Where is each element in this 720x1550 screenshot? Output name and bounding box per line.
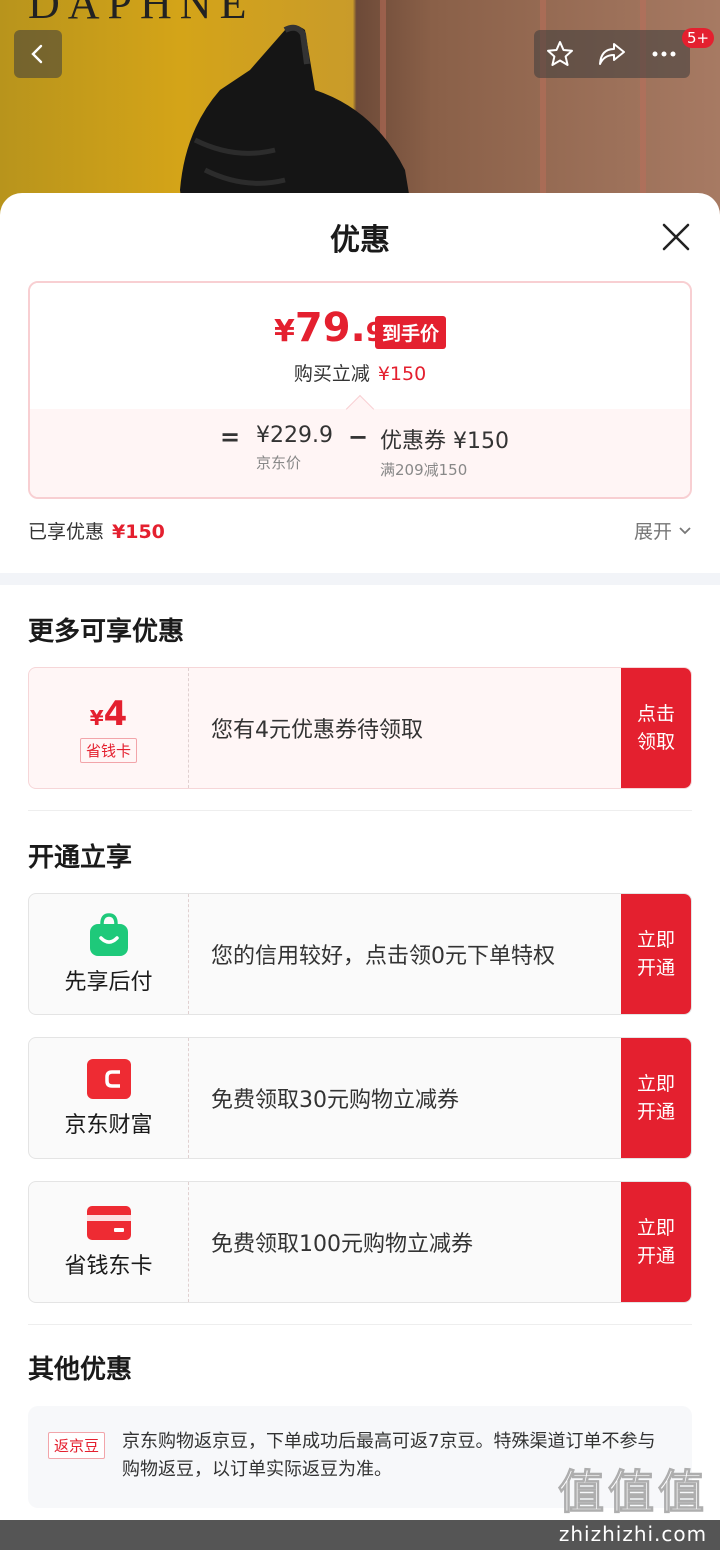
minus-sign: −	[348, 423, 369, 451]
pay-later-card: 先享后付 您的信用较好，点击领0元下单特权 立即 开通	[28, 893, 692, 1015]
discount-sheet: 优惠 ¥ 79. 9 到手价 购买立减 ¥150 = ¥229.9 京东价 − 优…	[0, 193, 720, 1550]
pay-later-description: 您的信用较好，点击领0元下单特权	[211, 944, 555, 969]
shopping-bag-icon	[89, 913, 128, 956]
jd-wealth-description: 免费领取30元购物立减券	[211, 1088, 459, 1113]
open-pay-later-button[interactable]: 立即 开通	[621, 894, 691, 1014]
open-saving-card-button[interactable]: 立即 开通	[621, 1182, 691, 1302]
site-watermark: 值值值 zhizhizhi.com	[558, 1456, 708, 1547]
share-icon	[599, 43, 625, 65]
pay-later-left: 先享后付	[29, 894, 189, 1014]
coupon-left: ¥ 4 省钱卡	[29, 668, 189, 788]
currency-symbol: ¥	[274, 314, 295, 349]
equals-sign: =	[220, 423, 241, 451]
enjoyed-amount: ¥150	[112, 521, 165, 543]
final-price: ¥ 79. 9	[274, 305, 384, 351]
boot-image	[180, 24, 413, 215]
price-breakdown-box: ¥ 79. 9 到手价 购买立减 ¥150 = ¥229.9 京东价 − 优惠券 …	[28, 281, 692, 499]
favorite-button[interactable]	[534, 30, 586, 78]
back-icon	[31, 44, 43, 64]
expand-label: 展开	[633, 521, 672, 543]
coupon-description: 您有4元优惠券待领取	[211, 718, 423, 743]
claim-button[interactable]: 点击 领取	[621, 668, 691, 788]
coupon-number: 4	[103, 693, 128, 734]
card-icon	[86, 1206, 131, 1240]
more-offers-title: 更多可享优惠	[28, 617, 185, 647]
sheet-title: 优惠	[330, 223, 390, 258]
section-divider	[0, 573, 720, 585]
coupon-value: 优惠券 ¥150	[380, 429, 509, 454]
other-offers-title: 其他优惠	[28, 1355, 133, 1385]
open-button-line1: 立即	[636, 1073, 675, 1095]
saving-card-tag: 省钱卡	[79, 737, 137, 763]
reduce-label: 购买立减	[293, 363, 370, 385]
saving-card-description: 免费领取100元购物立减券	[211, 1232, 473, 1257]
coupon-block: 优惠券 ¥150 满209减150	[380, 423, 509, 480]
return-beans-tag: 返京豆	[48, 1432, 106, 1459]
star-icon	[547, 41, 573, 66]
share-button[interactable]	[586, 30, 638, 78]
price-integer: 79.	[294, 305, 366, 351]
claim-button-line2: 领取	[636, 731, 675, 753]
jd-price-label: 京东价	[256, 454, 302, 472]
jd-price: ¥229.9	[256, 423, 333, 448]
open-button-line2: 开通	[636, 1101, 675, 1123]
coupon-rule: 满209减150	[380, 461, 468, 479]
more-icon	[652, 51, 676, 57]
open-button-line2: 开通	[636, 1245, 675, 1267]
coupon-card: ¥ 4 省钱卡 您有4元优惠券待领取 点击 领取	[28, 667, 692, 789]
enjoyed-discount: 已享优惠 ¥150	[28, 517, 165, 544]
reduce-amount: ¥150	[377, 363, 427, 385]
reduce-line: 购买立减 ¥150	[30, 359, 690, 386]
action-group	[534, 30, 690, 78]
open-jd-wealth-button[interactable]: 立即 开通	[621, 1038, 691, 1158]
jd-wealth-left: 京东财富	[29, 1038, 189, 1158]
jd-wealth-card: 京东财富 免费领取30元购物立减券 立即 开通	[28, 1037, 692, 1159]
open-button-line1: 立即	[636, 1217, 675, 1239]
wallet-icon	[86, 1059, 131, 1099]
claim-button-line1: 点击	[636, 703, 675, 725]
message-count-badge: 5+	[682, 28, 715, 48]
jd-wealth-label: 京东财富	[64, 1113, 153, 1138]
watermark-logo: 值值值	[558, 1465, 708, 1520]
enjoyed-label: 已享优惠	[28, 521, 105, 543]
coupon-amount: ¥ 4	[90, 694, 128, 734]
jd-price-block: ¥229.9 京东价	[256, 423, 333, 473]
watermark-url: zhizhizhi.com	[558, 1522, 708, 1546]
final-price-tag: 到手价	[375, 316, 447, 349]
saving-card-left: 省钱东卡	[29, 1182, 189, 1302]
close-icon[interactable]	[658, 219, 694, 255]
chevron-down-icon	[679, 526, 691, 534]
open-button-line1: 立即	[636, 929, 675, 951]
back-button[interactable]	[14, 30, 62, 78]
saving-card-label: 省钱东卡	[64, 1254, 153, 1279]
open-button-line2: 开通	[636, 957, 675, 979]
thin-divider	[28, 1324, 692, 1325]
coupon-currency: ¥	[89, 705, 104, 730]
thin-divider	[28, 810, 692, 811]
open-enjoy-title: 开通立享	[28, 843, 133, 873]
saving-card-card: 省钱东卡 免费领取100元购物立减券 立即 开通	[28, 1181, 692, 1303]
expand-toggle[interactable]: 展开	[634, 517, 692, 544]
pay-later-label: 先享后付	[64, 970, 153, 995]
